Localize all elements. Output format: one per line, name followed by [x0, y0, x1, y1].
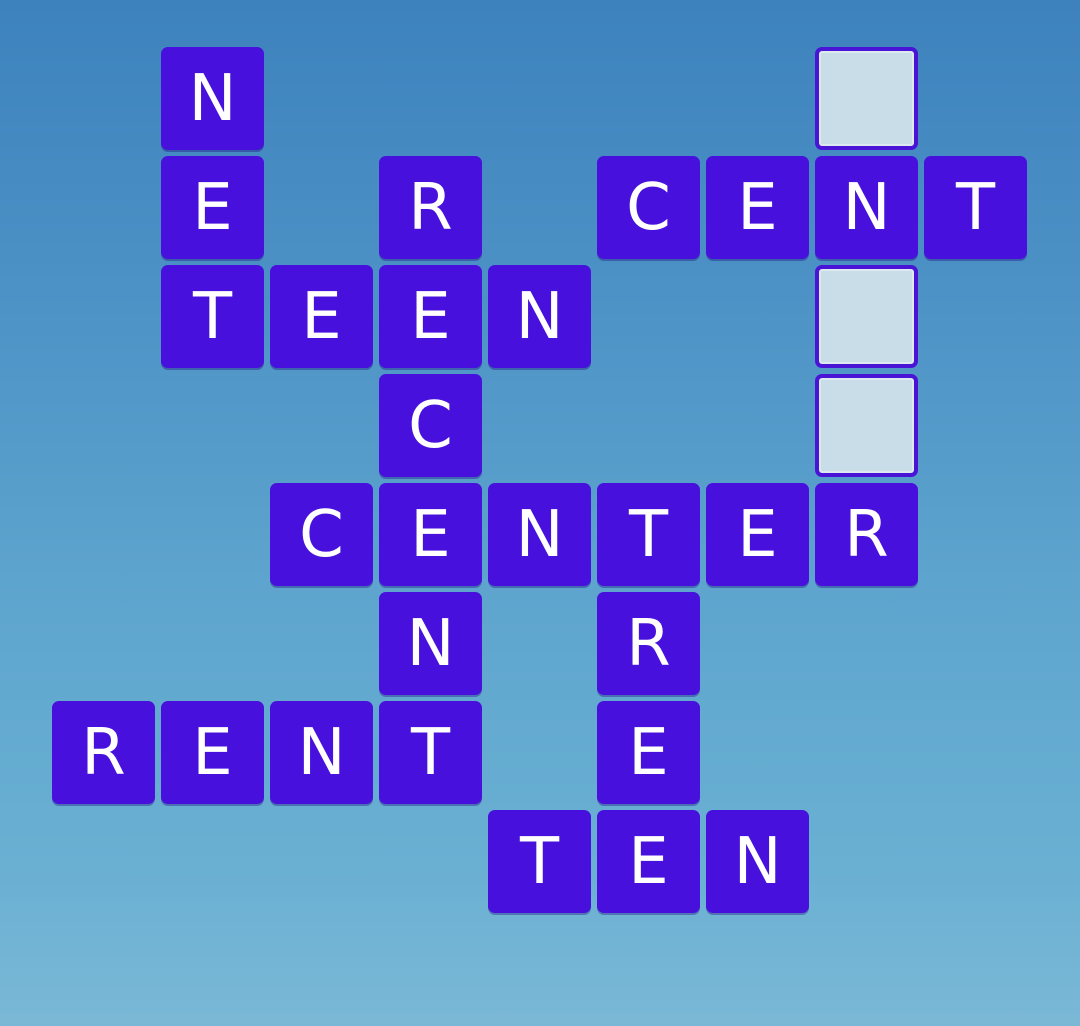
letter-tile: N: [706, 810, 809, 913]
letter-tile: T: [379, 701, 482, 804]
crossword-board: NERCENTTEENCCENTERNRRENTETEN: [0, 0, 1080, 1026]
letter-tile: E: [270, 265, 373, 368]
letter-tile: C: [379, 374, 482, 477]
letter-tile: E: [161, 156, 264, 259]
letter-tile: E: [706, 483, 809, 586]
letter-tile: E: [379, 265, 482, 368]
letter-tile: E: [597, 701, 700, 804]
letter-tile: C: [270, 483, 373, 586]
letter-tile: N: [815, 156, 918, 259]
letter-tile: N: [488, 483, 591, 586]
letter-tile: N: [161, 47, 264, 150]
letter-tile: N: [270, 701, 373, 804]
letter-tile: E: [597, 810, 700, 913]
letter-tile: T: [597, 483, 700, 586]
empty-letter-tile: [815, 265, 918, 368]
letter-tile: R: [379, 156, 482, 259]
letter-tile: R: [597, 592, 700, 695]
empty-letter-tile: [815, 374, 918, 477]
letter-tile: R: [52, 701, 155, 804]
letter-tile: T: [161, 265, 264, 368]
letter-tile: E: [706, 156, 809, 259]
empty-letter-tile: [815, 47, 918, 150]
letter-tile: N: [488, 265, 591, 368]
letter-tile: E: [379, 483, 482, 586]
letter-tile: R: [815, 483, 918, 586]
letter-tile: N: [379, 592, 482, 695]
letter-tile: T: [924, 156, 1027, 259]
letter-tile: C: [597, 156, 700, 259]
letter-tile: T: [488, 810, 591, 913]
letter-tile: E: [161, 701, 264, 804]
